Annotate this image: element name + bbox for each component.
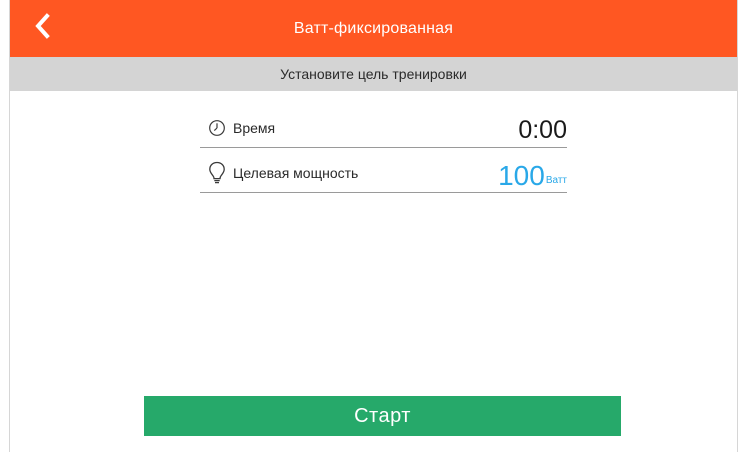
- page-title: Ватт-фиксированная: [293, 19, 454, 37]
- subheader-text: Установите цель тренировки: [280, 66, 467, 82]
- time-label: Время: [233, 120, 276, 136]
- power-value: 100: [498, 160, 545, 191]
- subheader-bar: Установите цель тренировки: [10, 57, 737, 91]
- app-window: Ватт-фиксированная Установите цель трени…: [9, 0, 738, 452]
- time-setting-label-group: Время: [200, 117, 275, 147]
- lightbulb-icon: [207, 161, 227, 184]
- title-bar: Ватт-фиксированная: [10, 0, 737, 57]
- power-setting-row[interactable]: Целевая мощность 100 Ватт: [200, 156, 567, 193]
- clock-icon: [207, 117, 227, 139]
- back-button[interactable]: [22, 8, 62, 48]
- power-label: Целевая мощность: [233, 165, 359, 181]
- time-setting-row[interactable]: Время 0:00: [200, 112, 567, 148]
- power-value-group[interactable]: 100 Ватт: [498, 162, 567, 192]
- chevron-left-icon: [33, 12, 51, 44]
- start-button[interactable]: Старт: [144, 396, 621, 436]
- time-value[interactable]: 0:00: [518, 116, 567, 147]
- power-setting-label-group: Целевая мощность: [200, 161, 359, 192]
- power-unit: Ватт: [545, 175, 567, 186]
